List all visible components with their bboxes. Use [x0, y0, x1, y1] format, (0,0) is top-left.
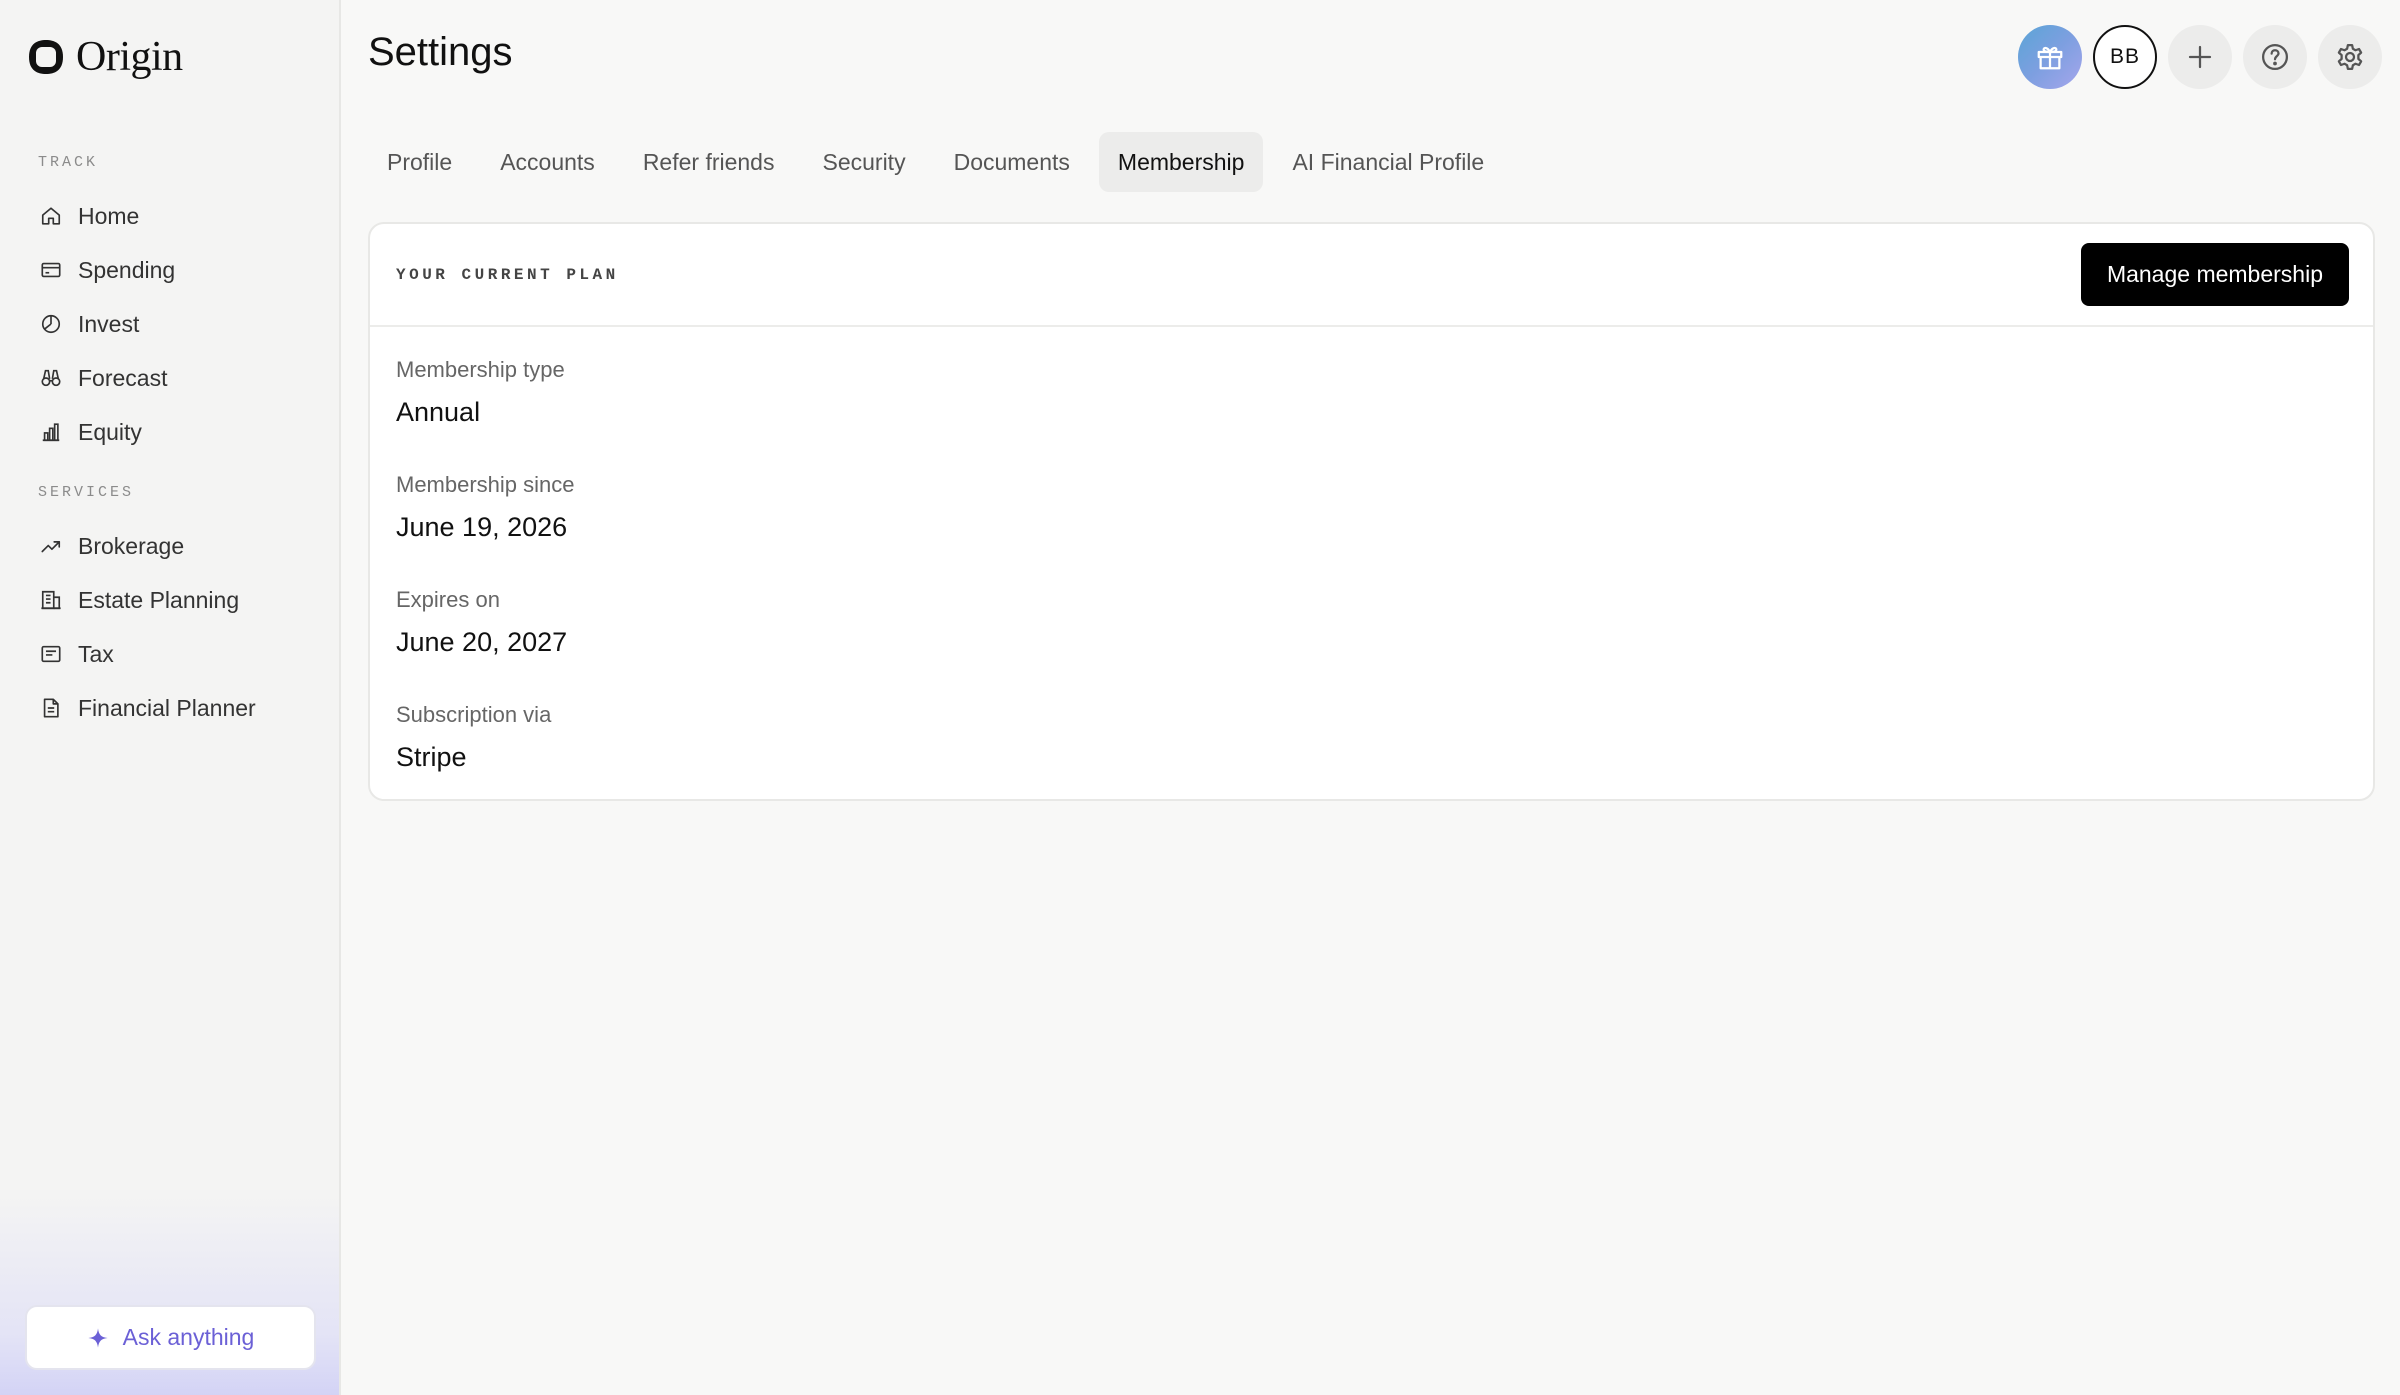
sidebar-item-label: Spending	[78, 256, 176, 283]
membership-card: YOUR CURRENT PLAN Manage membership Memb…	[368, 222, 2375, 801]
receipt-icon	[41, 645, 61, 663]
binoculars-icon	[41, 369, 61, 387]
section-label-services: SERVICES	[38, 484, 135, 501]
field-value: Annual	[396, 397, 481, 427]
ask-anything-button[interactable]: Ask anything	[25, 1305, 316, 1370]
gear-icon	[2337, 44, 2363, 70]
sidebar-item-tax[interactable]: Tax	[26, 627, 316, 681]
tab-membership[interactable]: Membership	[1098, 132, 1264, 192]
subscription-via-field: Subscription via Stripe	[396, 702, 551, 773]
settings-tabs: Profile Accounts Refer friends Security …	[368, 132, 1503, 192]
sidebar-item-label: Equity	[78, 418, 142, 445]
sidebar-item-brokerage[interactable]: Brokerage	[26, 519, 316, 573]
add-button[interactable]	[2168, 25, 2232, 89]
settings-button[interactable]	[2318, 25, 2382, 89]
field-label: Subscription via	[396, 702, 552, 727]
sidebar-item-home[interactable]: Home	[26, 189, 316, 243]
field-value: June 19, 2026	[396, 512, 568, 542]
tab-accounts[interactable]: Accounts	[481, 132, 614, 192]
manage-membership-button[interactable]: Manage membership	[2080, 243, 2349, 306]
pie-chart-icon	[41, 314, 61, 334]
current-plan-label: YOUR CURRENT PLAN	[396, 265, 619, 284]
section-label-track: TRACK	[38, 154, 99, 171]
tab-refer-friends[interactable]: Refer friends	[624, 132, 794, 192]
sidebar-item-spending[interactable]: Spending	[26, 243, 316, 297]
ask-anything-label: Ask anything	[122, 1324, 255, 1350]
avatar-initials: BB	[2109, 45, 2140, 68]
plus-icon	[2188, 45, 2212, 69]
app-window: Origin TRACK Home Spending Invest Foreca…	[0, 0, 2400, 1395]
expires-on-field: Expires on June 20, 2027	[396, 587, 567, 658]
field-value: Stripe	[396, 742, 467, 772]
page-title: Settings	[368, 30, 513, 74]
gift-icon	[2037, 46, 2063, 70]
sidebar-item-label: Home	[78, 202, 140, 229]
sidebar-item-label: Tax	[78, 640, 114, 667]
tab-documents[interactable]: Documents	[935, 132, 1089, 192]
sidebar-item-label: Brokerage	[78, 532, 185, 559]
field-label: Membership type	[396, 357, 565, 382]
help-icon	[2262, 44, 2288, 70]
tab-security[interactable]: Security	[803, 132, 924, 192]
sidebar-item-financial-planner[interactable]: Financial Planner	[26, 681, 316, 735]
sparkle-icon	[88, 1327, 108, 1348]
field-label: Membership since	[396, 472, 575, 497]
nav-list-track: Home Spending Invest Forecast Equity	[26, 189, 316, 459]
home-icon	[41, 207, 61, 225]
bar-chart-icon	[42, 423, 60, 442]
trending-up-icon	[41, 541, 61, 553]
avatar[interactable]: BB	[2093, 25, 2157, 89]
gift-button[interactable]	[2018, 25, 2082, 89]
brand-logo[interactable]: Origin	[26, 32, 183, 82]
help-button[interactable]	[2243, 25, 2307, 89]
tab-profile[interactable]: Profile	[368, 132, 471, 192]
sidebar-item-label: Forecast	[78, 364, 168, 391]
brand-name: Origin	[76, 34, 183, 80]
sidebar-item-forecast[interactable]: Forecast	[26, 351, 316, 405]
top-actions: BB	[2018, 25, 2382, 89]
field-label: Expires on	[396, 587, 500, 612]
sidebar-item-label: Estate Planning	[78, 586, 240, 613]
sidebar-item-invest[interactable]: Invest	[26, 297, 316, 351]
tab-ai-financial-profile[interactable]: AI Financial Profile	[1273, 132, 1503, 192]
nav-list-services: Brokerage Estate Planning Tax Financial …	[26, 519, 316, 735]
origin-logo-icon	[29, 40, 63, 74]
document-icon	[43, 698, 59, 718]
sidebar: Origin TRACK Home Spending Invest Foreca…	[0, 0, 341, 1395]
building-icon	[41, 590, 61, 610]
field-value: June 20, 2027	[396, 627, 568, 657]
credit-card-icon	[41, 262, 61, 278]
sidebar-item-label: Invest	[78, 310, 140, 337]
card-header: YOUR CURRENT PLAN Manage membership	[370, 224, 2373, 327]
membership-since-field: Membership since June 19, 2026	[396, 472, 575, 543]
sidebar-item-equity[interactable]: Equity	[26, 405, 316, 459]
sidebar-item-label: Financial Planner	[78, 694, 256, 721]
membership-type-field: Membership type Annual	[396, 357, 565, 428]
sidebar-item-estate-planning[interactable]: Estate Planning	[26, 573, 316, 627]
